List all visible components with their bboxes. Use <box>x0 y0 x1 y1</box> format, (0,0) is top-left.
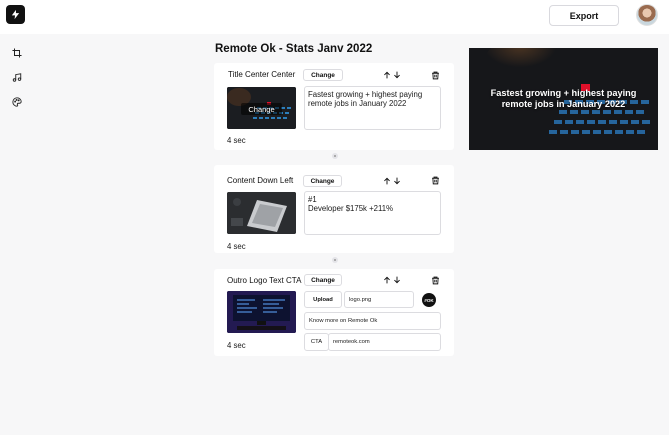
cta-url-input[interactable]: remoteok.com <box>328 333 441 351</box>
music-note-icon <box>12 73 21 82</box>
move-down-icon[interactable] <box>393 177 401 185</box>
palette-icon <box>11 96 22 107</box>
move-up-icon[interactable] <box>383 276 391 284</box>
preview-title-text: Fastest growing + highest paying remote … <box>490 88 637 109</box>
change-media-button[interactable]: Change <box>241 103 282 115</box>
scene-duration[interactable]: 4 sec <box>227 341 246 350</box>
logo-filename-field[interactable]: logo.png <box>344 291 414 308</box>
scene-text-input[interactable]: Fastest growing + highest paying remote … <box>304 86 441 130</box>
monitor-photo <box>227 291 296 333</box>
change-template-button[interactable]: Change <box>303 175 342 187</box>
move-up-icon[interactable] <box>383 177 391 185</box>
video-preview[interactable]: Fastest growing + highest paying remote … <box>469 48 658 150</box>
text-line: #1 <box>308 195 317 204</box>
move-down-icon[interactable] <box>393 276 401 284</box>
scene-thumbnail[interactable] <box>227 192 296 234</box>
upload-logo-button[interactable]: Upload <box>304 291 342 308</box>
move-up-icon[interactable] <box>383 71 391 79</box>
scene-card-1: Title Center Center Change Change Fastes… <box>214 63 454 150</box>
page-title: Remote Ok - Stats Janv 2022 <box>215 43 373 55</box>
change-template-button[interactable]: Change <box>304 274 342 286</box>
avatar[interactable] <box>636 4 658 26</box>
laptop-photo <box>227 192 296 234</box>
scene-thumbnail[interactable]: Change <box>227 87 296 129</box>
scene-name: Content Down Left <box>227 176 294 185</box>
tagline-input[interactable]: Know more on Remote Ok <box>304 312 441 330</box>
sidebar-item-palette[interactable] <box>11 96 22 107</box>
scene-name: Title Center Center <box>228 70 296 79</box>
add-scene-button[interactable] <box>332 153 338 159</box>
export-button[interactable]: Export <box>549 5 619 26</box>
scene-card-2: Content Down Left Change #1 Developer $1… <box>214 165 454 253</box>
sidebar-item-crop[interactable] <box>11 47 22 58</box>
logo-preview-badge: #OK <box>422 293 436 307</box>
sidebar-item-music[interactable] <box>11 72 22 83</box>
trash-icon[interactable] <box>431 276 440 285</box>
crop-icon <box>11 47 22 58</box>
trash-icon[interactable] <box>431 176 440 185</box>
trash-icon[interactable] <box>431 71 440 80</box>
scene-text-input[interactable]: #1 Developer $175k +211% <box>304 191 441 235</box>
scene-thumbnail[interactable] <box>227 291 296 333</box>
top-bar: Export <box>0 0 669 34</box>
app-logo[interactable] <box>6 5 25 24</box>
text-line: Developer $175k +211% <box>308 204 394 213</box>
cta-label: CTA <box>304 333 329 351</box>
scene-name: Outro Logo Text CTA <box>227 276 302 285</box>
move-down-icon[interactable] <box>393 71 401 79</box>
scene-duration[interactable]: 4 sec <box>227 136 246 145</box>
change-template-button[interactable]: Change <box>303 69 343 81</box>
scene-card-3: Outro Logo Text CTA Change Upload logo.p… <box>214 269 454 356</box>
scene-duration[interactable]: 4 sec <box>227 242 246 251</box>
add-scene-button[interactable] <box>332 257 338 263</box>
lightning-icon <box>11 9 20 20</box>
